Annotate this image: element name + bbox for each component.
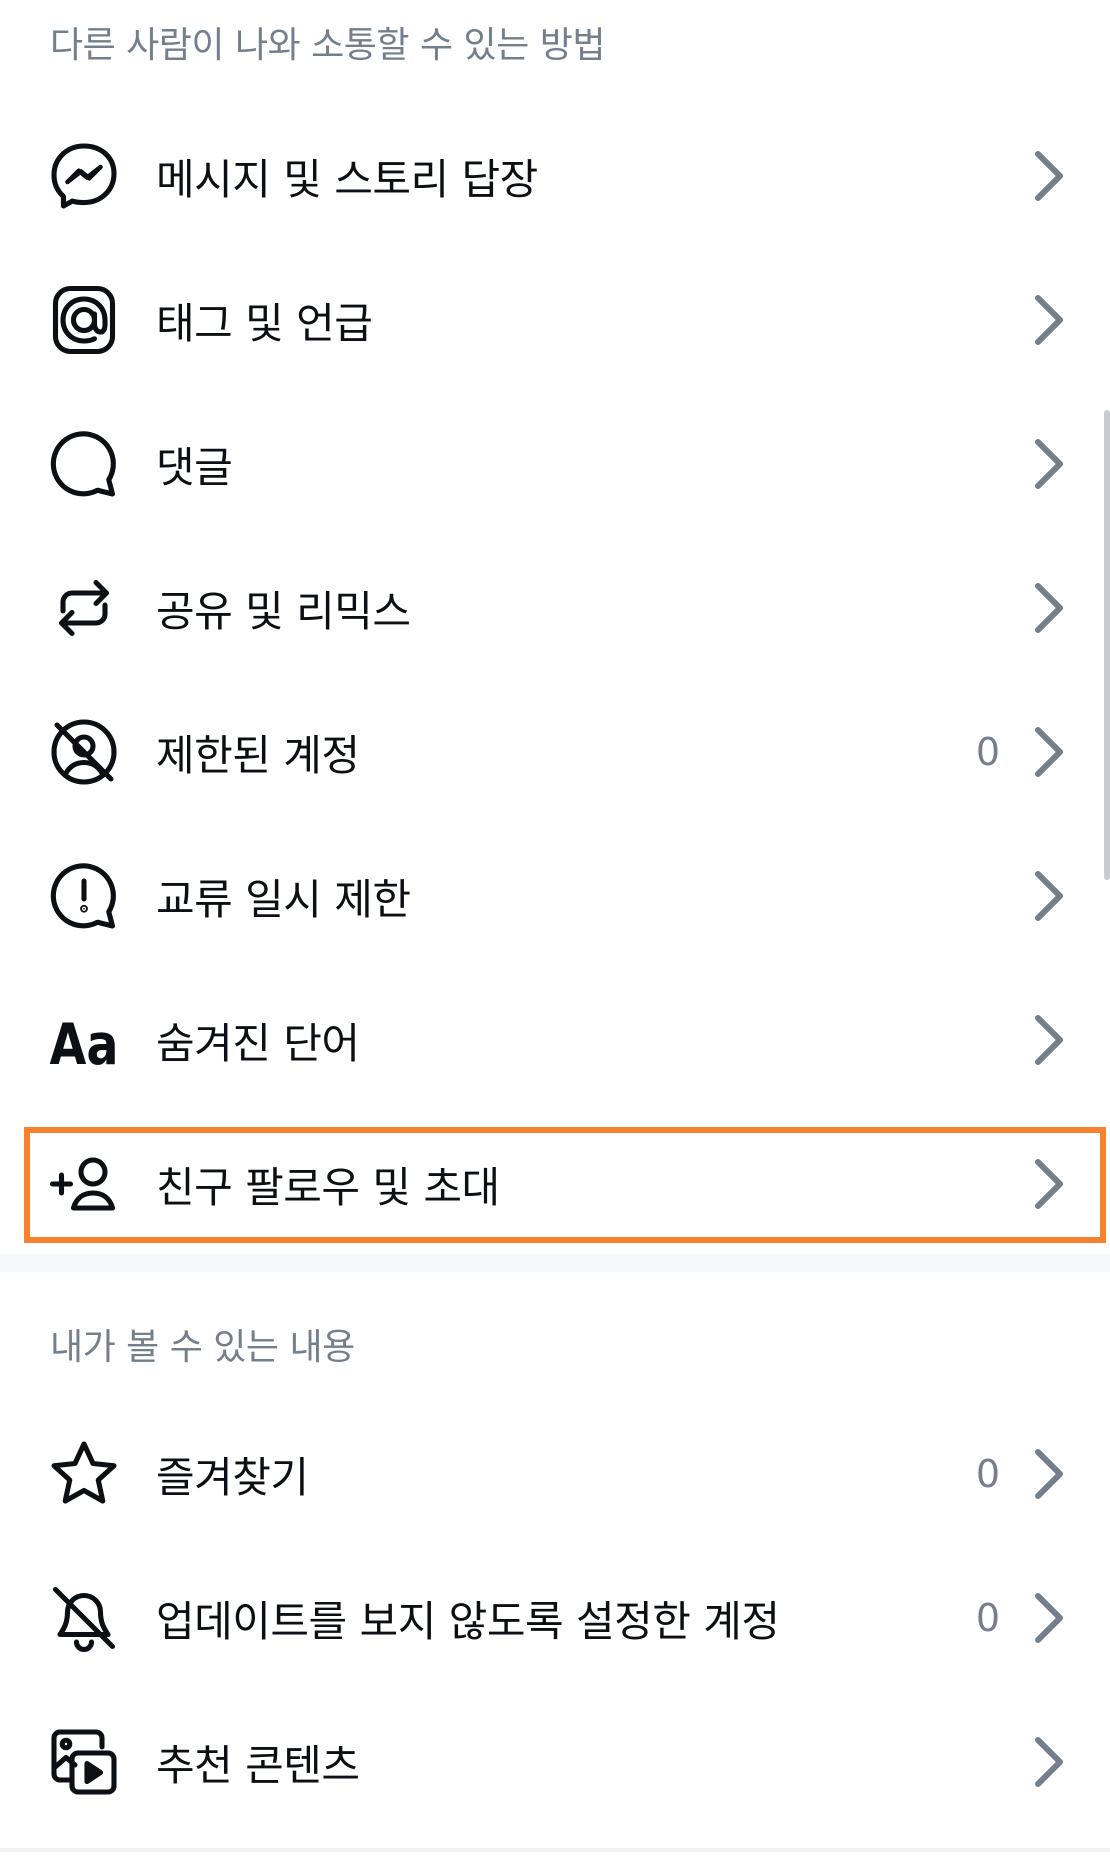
section-divider bbox=[0, 1254, 1110, 1272]
bottom-divider bbox=[0, 1848, 1110, 1852]
scrollbar[interactable] bbox=[1104, 410, 1110, 880]
row-label: 댓글 bbox=[156, 442, 233, 492]
repost-icon bbox=[46, 570, 122, 646]
section-header-what-you-see: 내가 볼 수 있는 내용 bbox=[50, 1327, 355, 1368]
favorites-count: 0 bbox=[975, 1452, 1000, 1496]
row-restricted-accounts[interactable]: 제한된 계정 0 bbox=[0, 680, 1110, 824]
row-comments[interactable]: 댓글 bbox=[0, 392, 1110, 536]
chevron-right-icon bbox=[1028, 722, 1068, 782]
row-tags-mentions[interactable]: 태그 및 언급 bbox=[0, 248, 1110, 392]
suggested-content-icon bbox=[46, 1724, 122, 1800]
row-label: 숨겨진 단어 bbox=[156, 1018, 360, 1068]
chevron-right-icon bbox=[1028, 290, 1068, 350]
chevron-right-icon bbox=[1028, 146, 1068, 206]
muted-bell-icon bbox=[46, 1580, 122, 1656]
row-messages-story-replies[interactable]: 메시지 및 스토리 답장 bbox=[0, 104, 1110, 248]
limit-alert-icon bbox=[46, 858, 122, 934]
chevron-right-icon bbox=[1028, 1732, 1068, 1792]
row-label: 공유 및 리믹스 bbox=[156, 586, 411, 636]
row-muted-accounts[interactable]: 업데이트를 보지 않도록 설정한 계정 0 bbox=[0, 1546, 1110, 1690]
messenger-icon bbox=[46, 138, 122, 214]
svg-text:Aa: Aa bbox=[50, 1012, 119, 1078]
row-hidden-words[interactable]: Aa 숨겨진 단어 bbox=[0, 968, 1110, 1112]
at-sign-icon bbox=[46, 282, 122, 358]
add-friend-icon bbox=[46, 1146, 122, 1222]
row-label: 즐겨찾기 bbox=[156, 1452, 309, 1502]
text-aa-icon: Aa bbox=[46, 1002, 122, 1078]
chevron-right-icon bbox=[1028, 1010, 1068, 1070]
row-sharing-remixes[interactable]: 공유 및 리믹스 bbox=[0, 536, 1110, 680]
chevron-right-icon bbox=[1028, 1154, 1068, 1214]
section-header-interactions: 다른 사람이 나와 소통할 수 있는 방법 bbox=[50, 25, 605, 66]
muted-count: 0 bbox=[975, 1596, 1000, 1640]
row-label: 제한된 계정 bbox=[156, 730, 360, 780]
row-label: 교류 일시 제한 bbox=[156, 874, 411, 924]
row-limit-interactions[interactable]: 교류 일시 제한 bbox=[0, 824, 1110, 968]
restricted-icon bbox=[46, 714, 122, 790]
row-label: 메시지 및 스토리 답장 bbox=[156, 154, 538, 204]
row-label: 업데이트를 보지 않도록 설정한 계정 bbox=[156, 1596, 780, 1646]
chevron-right-icon bbox=[1028, 866, 1068, 926]
comment-bubble-icon bbox=[46, 426, 122, 502]
row-suggested-content[interactable]: 추천 콘텐츠 bbox=[0, 1690, 1110, 1834]
chevron-right-icon bbox=[1028, 434, 1068, 494]
row-label: 친구 팔로우 및 초대 bbox=[156, 1162, 500, 1212]
chevron-right-icon bbox=[1028, 1444, 1068, 1504]
restricted-count: 0 bbox=[975, 730, 1000, 774]
chevron-right-icon bbox=[1028, 1588, 1068, 1648]
row-label: 태그 및 언급 bbox=[156, 298, 373, 348]
row-follow-invite-friends[interactable]: 친구 팔로우 및 초대 bbox=[0, 1112, 1110, 1256]
row-favorites[interactable]: 즐겨찾기 0 bbox=[0, 1402, 1110, 1546]
row-label: 추천 콘텐츠 bbox=[156, 1740, 360, 1790]
star-icon bbox=[46, 1436, 122, 1512]
chevron-right-icon bbox=[1028, 578, 1068, 638]
